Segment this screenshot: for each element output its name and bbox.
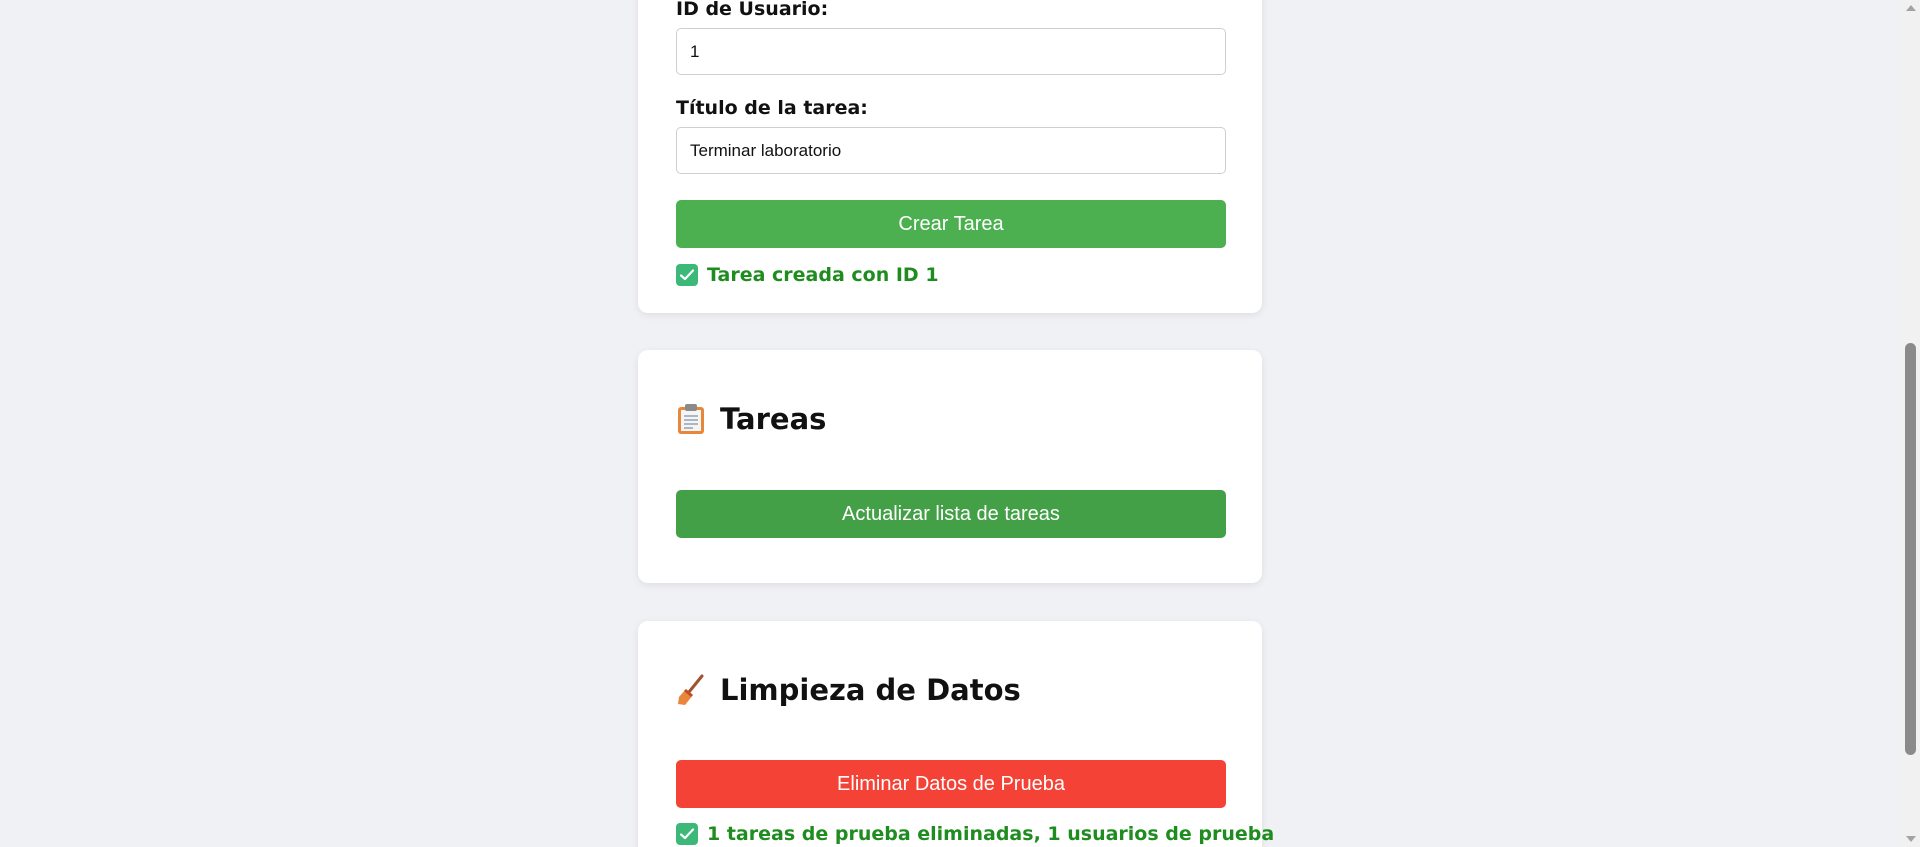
check-icon (676, 264, 698, 286)
cleanup-heading: Limpieza de Datos (676, 673, 1021, 707)
broom-icon (676, 674, 706, 706)
check-icon (676, 823, 698, 845)
delete-test-data-button[interactable]: Eliminar Datos de Prueba (676, 760, 1226, 808)
page-viewport: ID de Usuario: Título de la tarea: Crear… (0, 0, 1901, 847)
create-task-status-text: Tarea creada con ID 1 (707, 264, 939, 286)
cleanup-status-text: 1 tareas de prueba eliminadas, 1 usuario… (707, 823, 1275, 845)
tasks-card: Tareas Actualizar lista de tareas (638, 350, 1262, 583)
task-title-label: Título de la tarea: (676, 97, 868, 119)
task-title-input[interactable] (676, 127, 1226, 174)
scrollbar-thumb[interactable] (1905, 343, 1916, 755)
refresh-tasks-button[interactable]: Actualizar lista de tareas (676, 490, 1226, 538)
create-task-card: ID de Usuario: Título de la tarea: Crear… (638, 0, 1262, 313)
cleanup-status: 1 tareas de prueba eliminadas, 1 usuario… (676, 823, 1274, 845)
scroll-up-icon[interactable] (1906, 5, 1916, 11)
vertical-scrollbar[interactable] (1901, 0, 1920, 847)
tasks-heading-text: Tareas (720, 402, 827, 436)
tasks-heading: Tareas (676, 402, 826, 436)
clipboard-icon (676, 403, 706, 435)
cleanup-card: Limpieza de Datos Eliminar Datos de Prue… (638, 621, 1274, 847)
user-id-label: ID de Usuario: (676, 0, 829, 20)
cleanup-heading-text: Limpieza de Datos (720, 673, 1021, 707)
create-task-button[interactable]: Crear Tarea (676, 200, 1226, 248)
scroll-down-icon[interactable] (1906, 836, 1916, 842)
create-task-status: Tarea creada con ID 1 (676, 264, 939, 286)
user-id-input[interactable] (676, 28, 1226, 75)
